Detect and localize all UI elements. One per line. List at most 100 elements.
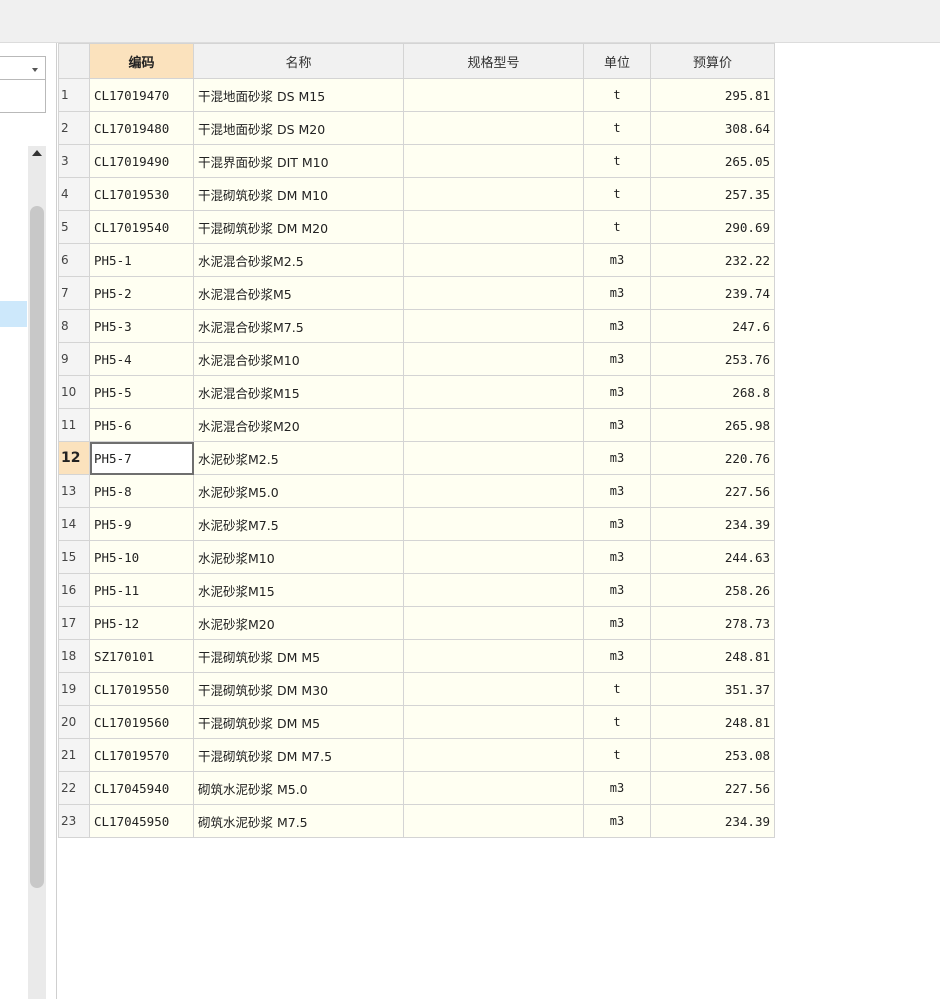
cell-code[interactable]: PH5-12 [89,606,194,640]
cell-name[interactable]: 水泥砂浆M15 [193,573,404,607]
filter-input[interactable] [0,79,46,113]
row-number[interactable]: 10 [58,375,90,409]
cell-name[interactable]: 水泥砂浆M20 [193,606,404,640]
table-row[interactable]: 8 PH5-3 水泥混合砂浆M7.5 m3 247.6 [58,309,775,343]
cell-spec[interactable] [403,210,584,244]
row-number[interactable]: 23 [58,804,90,838]
cell-name[interactable]: 水泥砂浆M10 [193,540,404,574]
cell-price[interactable]: 227.56 [650,474,775,508]
column-header-price[interactable]: 预算价 [650,43,775,79]
cell-unit[interactable]: m3 [583,441,651,475]
table-row[interactable]: 15 PH5-10 水泥砂浆M10 m3 244.63 [58,540,775,574]
cell-spec[interactable] [403,144,584,178]
cell-name[interactable]: 干混砌筑砂浆 DM M5 [193,639,404,673]
cell-spec[interactable] [403,738,584,772]
cell-unit[interactable]: m3 [583,375,651,409]
scrollbar-thumb[interactable] [30,206,44,888]
cell-name[interactable]: 水泥混合砂浆M2.5 [193,243,404,277]
cell-spec[interactable] [403,309,584,343]
table-row[interactable]: 4 CL17019530 干混砌筑砂浆 DM M10 t 257.35 [58,177,775,211]
cell-price[interactable]: 290.69 [650,210,775,244]
table-row[interactable]: 18 SZ170101 干混砌筑砂浆 DM M5 m3 248.81 [58,639,775,673]
cell-unit[interactable]: m3 [583,540,651,574]
row-number[interactable]: 9 [58,342,90,376]
row-number[interactable]: 17 [58,606,90,640]
cell-name[interactable]: 水泥砂浆M5.0 [193,474,404,508]
row-number[interactable]: 13 [58,474,90,508]
cell-unit[interactable]: m3 [583,309,651,343]
cell-code[interactable]: PH5-2 [89,276,194,310]
cell-price[interactable]: 278.73 [650,606,775,640]
cell-name[interactable]: 水泥混合砂浆M5 [193,276,404,310]
cell-code[interactable]: CL17019560 [89,705,194,739]
cell-spec[interactable] [403,111,584,145]
table-row[interactable]: 11 PH5-6 水泥混合砂浆M20 m3 265.98 [58,408,775,442]
cell-code[interactable]: CL17045950 [89,804,194,838]
cell-price[interactable]: 258.26 [650,573,775,607]
cell-code[interactable]: CL17045940 [89,771,194,805]
cell-code[interactable]: CL17019540 [89,210,194,244]
cell-code[interactable]: PH5-3 [89,309,194,343]
table-row[interactable]: 23 CL17045950 砌筑水泥砂浆 M7.5 m3 234.39 [58,804,775,838]
row-number[interactable]: 3 [58,144,90,178]
table-row[interactable]: 19 CL17019550 干混砌筑砂浆 DM M30 t 351.37 [58,672,775,706]
table-row[interactable]: 20 CL17019560 干混砌筑砂浆 DM M5 t 248.81 [58,705,775,739]
cell-name[interactable]: 干混砌筑砂浆 DM M20 [193,210,404,244]
scroll-up-icon[interactable] [32,150,42,156]
tree-selected-item[interactable] [0,301,27,327]
cell-code[interactable]: CL17019480 [89,111,194,145]
cell-spec[interactable] [403,474,584,508]
table-row[interactable]: 16 PH5-11 水泥砂浆M15 m3 258.26 [58,573,775,607]
cell-spec[interactable] [403,804,584,838]
cell-price[interactable]: 295.81 [650,78,775,112]
cell-price[interactable]: 265.98 [650,408,775,442]
cell-spec[interactable] [403,771,584,805]
left-scrollbar[interactable] [28,146,46,999]
table-row[interactable]: 17 PH5-12 水泥砂浆M20 m3 278.73 [58,606,775,640]
cell-name[interactable]: 砌筑水泥砂浆 M7.5 [193,804,404,838]
cell-price[interactable]: 253.76 [650,342,775,376]
cell-spec[interactable] [403,672,584,706]
cell-name[interactable]: 干混砌筑砂浆 DM M10 [193,177,404,211]
cell-price[interactable]: 244.63 [650,540,775,574]
table-row[interactable]: 21 CL17019570 干混砌筑砂浆 DM M7.5 t 253.08 [58,738,775,772]
row-number[interactable]: 22 [58,771,90,805]
table-row[interactable]: 6 PH5-1 水泥混合砂浆M2.5 m3 232.22 [58,243,775,277]
row-number[interactable]: 20 [58,705,90,739]
row-number[interactable]: 1 [58,78,90,112]
row-number[interactable]: 2 [58,111,90,145]
cell-unit[interactable]: m3 [583,573,651,607]
cell-unit[interactable]: m3 [583,342,651,376]
table-row[interactable]: 7 PH5-2 水泥混合砂浆M5 m3 239.74 [58,276,775,310]
cell-unit[interactable]: t [583,210,651,244]
cell-unit[interactable]: t [583,144,651,178]
cell-code[interactable]: PH5-7 [89,441,194,475]
panel-divider[interactable] [56,43,57,999]
cell-spec[interactable] [403,243,584,277]
cell-unit[interactable]: t [583,177,651,211]
cell-spec[interactable] [403,573,584,607]
table-row[interactable]: 2 CL17019480 干混地面砂浆 DS M20 t 308.64 [58,111,775,145]
row-number[interactable]: 7 [58,276,90,310]
cell-price[interactable]: 253.08 [650,738,775,772]
cell-unit[interactable]: t [583,111,651,145]
cell-name[interactable]: 干混砌筑砂浆 DM M30 [193,672,404,706]
cell-code[interactable]: CL17019570 [89,738,194,772]
cell-price[interactable]: 239.74 [650,276,775,310]
column-header-name[interactable]: 名称 [193,43,404,79]
cell-unit[interactable]: m3 [583,771,651,805]
cell-price[interactable]: 234.39 [650,804,775,838]
cell-unit[interactable]: m3 [583,276,651,310]
cell-code[interactable]: SZ170101 [89,639,194,673]
cell-spec[interactable] [403,705,584,739]
cell-name[interactable]: 干混地面砂浆 DS M15 [193,78,404,112]
cell-unit[interactable]: t [583,672,651,706]
cell-code[interactable]: PH5-8 [89,474,194,508]
table-row[interactable]: 5 CL17019540 干混砌筑砂浆 DM M20 t 290.69 [58,210,775,244]
cell-code[interactable]: CL17019470 [89,78,194,112]
cell-name[interactable]: 干混砌筑砂浆 DM M7.5 [193,738,404,772]
cell-name[interactable]: 水泥混合砂浆M7.5 [193,309,404,343]
cell-name[interactable]: 水泥混合砂浆M15 [193,375,404,409]
cell-price[interactable]: 265.05 [650,144,775,178]
cell-spec[interactable] [403,276,584,310]
